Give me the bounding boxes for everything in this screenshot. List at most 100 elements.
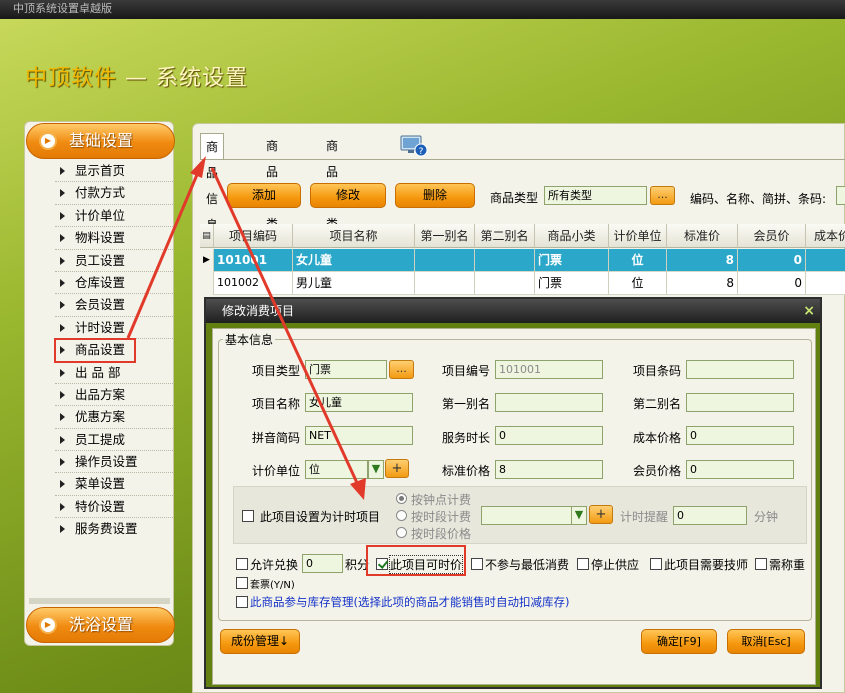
radio-period-price[interactable] — [396, 527, 407, 538]
need-technician-checkbox[interactable] — [650, 558, 662, 570]
sidebar-item-commission[interactable]: 员工提成 — [55, 429, 173, 452]
sidebar-item-unit[interactable]: 计价单位 — [55, 205, 173, 228]
sidebar-item-discount[interactable]: 优惠方案 — [55, 406, 173, 429]
points-field[interactable]: 0 — [302, 554, 343, 573]
sidebar-item-plan[interactable]: 出品方案 — [55, 384, 173, 407]
sidebar-item-warehouse[interactable]: 仓库设置 — [55, 272, 173, 295]
close-icon[interactable]: × — [803, 300, 815, 322]
alias2-field[interactable] — [686, 393, 794, 412]
duration-field[interactable]: 0 — [495, 426, 603, 445]
sidebar-item-label: 会员设置 — [75, 297, 126, 313]
std-price-label: 标准价格 — [442, 464, 491, 478]
sidebar-item-menu[interactable]: 菜单设置 — [55, 473, 173, 496]
sidebar-item-member[interactable]: 会员设置 — [55, 294, 173, 317]
alias2-label: 第二别名 — [633, 397, 682, 411]
cost-management-button[interactable]: 成份管理↓ — [220, 629, 300, 654]
stop-supply-checkbox[interactable] — [577, 558, 589, 570]
item-type-browse-button[interactable]: ... — [389, 360, 414, 379]
sidebar-item-label: 员工提成 — [75, 431, 126, 447]
sidebar-item-label: 物料设置 — [75, 230, 126, 246]
window-title: 中顶系统设置卓越版 — [0, 0, 845, 19]
allow-exchange-checkbox[interactable] — [236, 558, 248, 570]
radio-by-period[interactable] — [396, 510, 407, 521]
app-title-text: 系统设置 — [156, 66, 249, 91]
col-header[interactable]: 项目编码 — [214, 224, 293, 248]
cost-field[interactable]: 0 — [686, 426, 794, 445]
sidebar-item-staff[interactable]: 员工设置 — [55, 250, 173, 272]
pinyin-field[interactable]: NET — [305, 426, 413, 445]
sidebar-item-service-fee[interactable]: 服务费设置 — [55, 518, 173, 540]
col-header[interactable]: 第二别名 — [475, 224, 535, 248]
col-header[interactable]: 商品小类 — [535, 224, 609, 248]
table-cell: 0 — [738, 272, 806, 295]
radio-by-hour[interactable] — [396, 493, 407, 504]
weigh-checkbox[interactable] — [755, 558, 767, 570]
table-cell: 101002 — [214, 272, 293, 295]
tab-goods-info[interactable]: 商品信息 — [200, 133, 225, 232]
remind-field[interactable]: 0 — [673, 506, 747, 525]
goods-type-select[interactable]: 所有类型 — [544, 186, 647, 205]
goods-type-browse-button[interactable]: ... — [650, 186, 675, 205]
chevron-down-icon[interactable]: ▼ — [368, 460, 384, 479]
sidebar-item-timing[interactable]: 计时设置 — [55, 317, 173, 340]
sidebar-header-basic[interactable]: ▶ 基础设置 — [26, 123, 175, 159]
sidebar-item-operator[interactable]: 操作员设置 — [55, 451, 173, 474]
arrow-right-icon — [60, 390, 65, 399]
help-monitor-icon[interactable]: ? — [400, 135, 428, 157]
sidebar-item-label: 计价单位 — [75, 207, 126, 223]
cancel-button[interactable]: 取消[Esc] — [727, 629, 805, 654]
timing-select[interactable] — [481, 506, 573, 525]
item-type-label: 项目类型 — [252, 364, 301, 378]
timed-item-checkbox[interactable] — [242, 510, 254, 522]
sidebar-item-label: 操作员设置 — [75, 454, 138, 470]
add-button[interactable]: 添加 — [227, 183, 301, 208]
add-timing-button[interactable]: + — [589, 505, 613, 524]
dialog-titlebar[interactable]: 修改消费项目 — [206, 299, 820, 323]
unit-select[interactable]: 位 — [305, 460, 368, 479]
no-min-consume-checkbox[interactable] — [471, 558, 483, 570]
sidebar-item-special[interactable]: 特价设置 — [55, 496, 173, 519]
chevron-down-icon[interactable]: ▼ — [571, 506, 587, 525]
inventory-checkbox[interactable] — [236, 596, 248, 608]
col-header[interactable]: 项目名称 — [293, 224, 415, 248]
member-price-field[interactable]: 0 — [686, 460, 794, 479]
table-cell: 位 — [609, 249, 667, 272]
edit-button[interactable]: 修改 — [310, 183, 386, 208]
col-header[interactable]: 第一别名 — [415, 224, 475, 248]
add-unit-button[interactable]: + — [385, 459, 409, 478]
item-name-field[interactable]: 女儿童 — [305, 393, 413, 412]
sidebar-item-label: 仓库设置 — [75, 274, 126, 290]
sidebar-item-material[interactable]: 物料设置 — [55, 227, 173, 250]
sidebar-item-payment[interactable]: 付款方式 — [55, 182, 173, 205]
col-header[interactable]: 成本价 — [806, 224, 845, 248]
search-input[interactable] — [836, 186, 845, 205]
item-code-field[interactable]: 101001 — [495, 360, 603, 379]
sidebar-menu: 显示首页 付款方式 计价单位 物料设置 员工设置 仓库设置 会员设置 计时设置 … — [54, 160, 173, 541]
market-price-checkbox[interactable] — [376, 558, 388, 570]
ok-button[interactable]: 确定[F9] — [641, 629, 717, 654]
std-price-field[interactable]: 8 — [495, 460, 603, 479]
item-type-field[interactable]: 门票 — [305, 360, 387, 379]
table-cell — [415, 272, 475, 295]
group-title: 基本信息 — [223, 331, 276, 348]
barcode-field[interactable] — [686, 360, 794, 379]
sidebar-item-dept[interactable]: 出 品 部 — [55, 362, 173, 384]
col-header[interactable]: 会员价 — [738, 224, 806, 248]
tab-subcategory[interactable]: 商品小类 — [321, 133, 343, 231]
col-header[interactable]: 计价单位 — [609, 224, 667, 248]
app-title-dash: — — [117, 66, 157, 91]
alias1-field[interactable] — [495, 393, 603, 412]
tab-category[interactable]: 商品大类 — [261, 133, 283, 231]
delete-button[interactable]: 删除 — [395, 183, 475, 208]
sidebar-item-home[interactable]: 显示首页 — [55, 160, 173, 183]
col-header[interactable]: 标准价 — [667, 224, 738, 248]
arrow-right-icon — [60, 211, 65, 220]
set-ticket-checkbox[interactable] — [236, 577, 248, 589]
dialog-body: 基本信息 项目类型 门票 ... 项目编号 101001 项目条码 项目名称 女… — [212, 328, 816, 685]
sidebar-header-bath[interactable]: ▶ 洗浴设置 — [26, 607, 175, 643]
table-row[interactable]: ▶ 101001 女儿童 门票 位 8 0 — [200, 249, 845, 272]
sidebar-item-goods[interactable]: 商品设置 — [54, 338, 136, 363]
table-row[interactable]: 101002 男儿童 门票 位 8 0 — [200, 272, 845, 295]
table-cell: 门票 — [535, 249, 609, 272]
set-ticket-label: 套票(Y/N) — [250, 580, 295, 591]
